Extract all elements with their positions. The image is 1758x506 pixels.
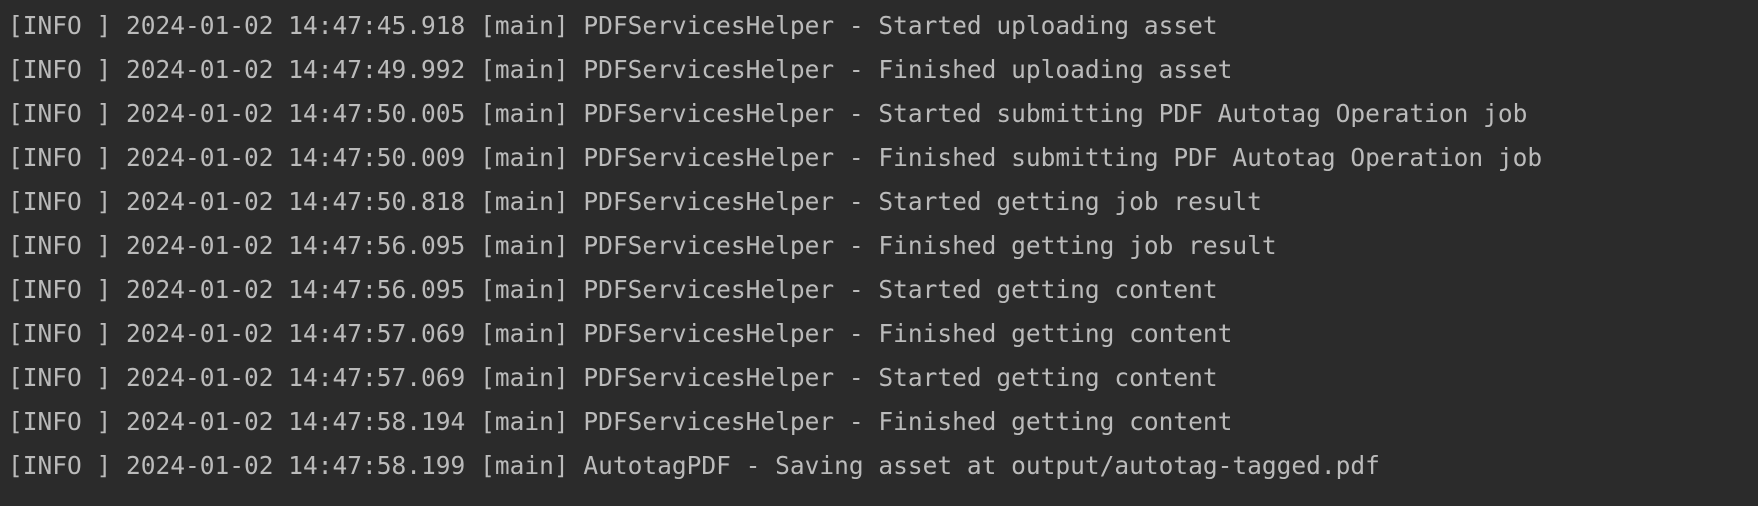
log-level: [INFO ]: [8, 319, 112, 348]
log-separator: -: [848, 363, 864, 392]
log-separator: -: [848, 275, 864, 304]
log-message: Started getting job result: [878, 187, 1262, 216]
log-line: [INFO ] 2024-01-02 14:47:57.069 [main] P…: [8, 312, 1758, 356]
log-level: [INFO ]: [8, 187, 112, 216]
log-level: [INFO ]: [8, 143, 112, 172]
log-timestamp: 2024-01-02 14:47:56.095: [126, 231, 466, 260]
log-message: Saving asset at output/autotag-tagged.pd…: [775, 451, 1380, 480]
log-timestamp: 2024-01-02 14:47:50.005: [126, 99, 466, 128]
log-logger: PDFServicesHelper: [583, 55, 835, 84]
log-level: [INFO ]: [8, 11, 112, 40]
console-output[interactable]: [INFO ] 2024-01-02 14:47:45.918 [main] P…: [0, 0, 1758, 506]
log-thread: [main]: [480, 99, 569, 128]
log-timestamp: 2024-01-02 14:47:49.992: [126, 55, 466, 84]
log-message: Finished getting content: [878, 319, 1233, 348]
log-logger: PDFServicesHelper: [583, 11, 835, 40]
log-line: [INFO ] 2024-01-02 14:47:57.069 [main] P…: [8, 356, 1758, 400]
log-separator: -: [848, 319, 864, 348]
log-level: [INFO ]: [8, 363, 112, 392]
log-timestamp: 2024-01-02 14:47:57.069: [126, 319, 466, 348]
log-thread: [main]: [480, 143, 569, 172]
log-line: [INFO ] 2024-01-02 14:47:56.095 [main] P…: [8, 224, 1758, 268]
log-separator: -: [745, 451, 761, 480]
log-logger: PDFServicesHelper: [583, 363, 835, 392]
log-message: Started getting content: [878, 275, 1218, 304]
log-line: [INFO ] 2024-01-02 14:47:50.005 [main] P…: [8, 92, 1758, 136]
log-level: [INFO ]: [8, 407, 112, 436]
log-line: [INFO ] 2024-01-02 14:47:45.918 [main] P…: [8, 4, 1758, 48]
log-separator: -: [848, 55, 864, 84]
log-logger: AutotagPDF: [583, 451, 731, 480]
log-logger: PDFServicesHelper: [583, 231, 835, 260]
log-timestamp: 2024-01-02 14:47:45.918: [126, 11, 466, 40]
log-line: [INFO ] 2024-01-02 14:47:58.194 [main] P…: [8, 400, 1758, 444]
log-logger: PDFServicesHelper: [583, 187, 835, 216]
log-logger: PDFServicesHelper: [583, 319, 835, 348]
log-separator: -: [848, 187, 864, 216]
log-separator: -: [848, 99, 864, 128]
log-thread: [main]: [480, 55, 569, 84]
log-thread: [main]: [480, 363, 569, 392]
log-line: [INFO ] 2024-01-02 14:47:50.009 [main] P…: [8, 136, 1758, 180]
log-message: Started getting content: [878, 363, 1218, 392]
log-logger: PDFServicesHelper: [583, 275, 835, 304]
log-line: [INFO ] 2024-01-02 14:47:50.818 [main] P…: [8, 180, 1758, 224]
log-level: [INFO ]: [8, 275, 112, 304]
log-thread: [main]: [480, 451, 569, 480]
log-level: [INFO ]: [8, 55, 112, 84]
log-separator: -: [848, 143, 864, 172]
log-line: [INFO ] 2024-01-02 14:47:56.095 [main] P…: [8, 268, 1758, 312]
log-line: [INFO ] 2024-01-02 14:47:58.199 [main] A…: [8, 444, 1758, 488]
log-message: Finished submitting PDF Autotag Operatio…: [878, 143, 1543, 172]
log-message: Started submitting PDF Autotag Operation…: [878, 99, 1528, 128]
log-thread: [main]: [480, 407, 569, 436]
log-logger: PDFServicesHelper: [583, 99, 835, 128]
log-timestamp: 2024-01-02 14:47:58.199: [126, 451, 466, 480]
log-thread: [main]: [480, 231, 569, 260]
log-message: Finished getting content: [878, 407, 1233, 436]
log-thread: [main]: [480, 319, 569, 348]
log-message: Finished uploading asset: [878, 55, 1233, 84]
log-level: [INFO ]: [8, 451, 112, 480]
log-level: [INFO ]: [8, 99, 112, 128]
log-separator: -: [848, 231, 864, 260]
log-logger: PDFServicesHelper: [583, 143, 835, 172]
log-timestamp: 2024-01-02 14:47:58.194: [126, 407, 466, 436]
log-thread: [main]: [480, 187, 569, 216]
log-timestamp: 2024-01-02 14:47:56.095: [126, 275, 466, 304]
log-message: Started uploading asset: [878, 11, 1218, 40]
log-timestamp: 2024-01-02 14:47:57.069: [126, 363, 466, 392]
log-level: [INFO ]: [8, 231, 112, 260]
log-thread: [main]: [480, 11, 569, 40]
log-logger: PDFServicesHelper: [583, 407, 835, 436]
log-message: Finished getting job result: [878, 231, 1277, 260]
log-line: [INFO ] 2024-01-02 14:47:49.992 [main] P…: [8, 48, 1758, 92]
log-thread: [main]: [480, 275, 569, 304]
log-separator: -: [848, 407, 864, 436]
log-separator: -: [848, 11, 864, 40]
log-timestamp: 2024-01-02 14:47:50.818: [126, 187, 466, 216]
log-timestamp: 2024-01-02 14:47:50.009: [126, 143, 466, 172]
